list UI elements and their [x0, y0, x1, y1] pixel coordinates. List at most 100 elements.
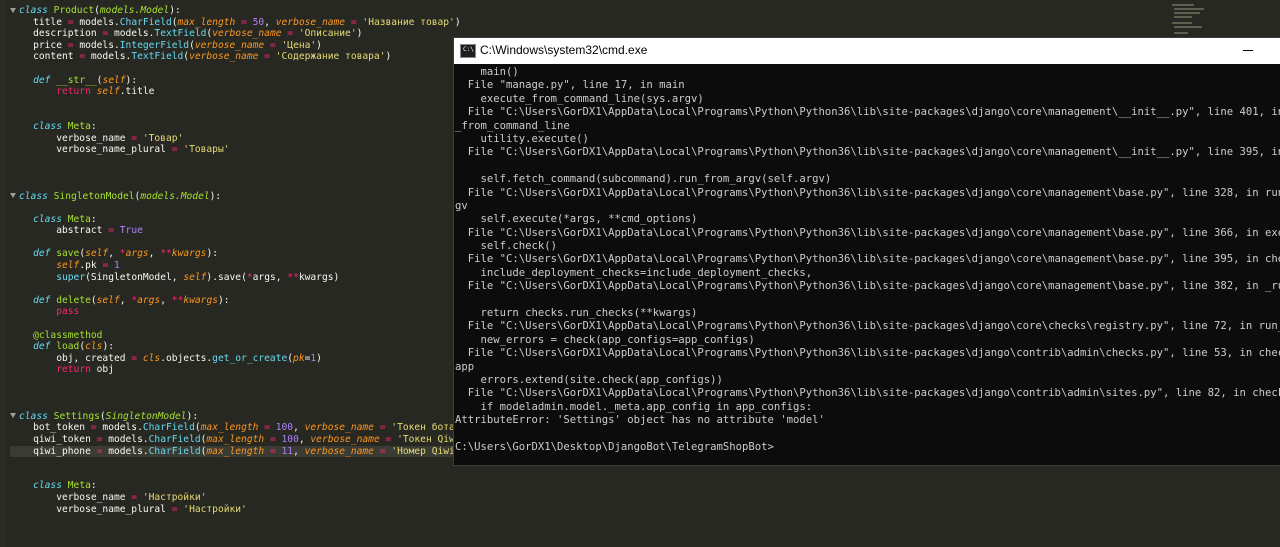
code-token: verbose_name: [212, 28, 282, 40]
minimap[interactable]: [1170, 0, 1210, 40]
code-token: verbose_name: [10, 132, 132, 144]
code-line[interactable]: verbose_name = 'Настройки': [10, 492, 1280, 504]
console-line: File "C:\Users\GorDX1\AppData\Local\Prog…: [455, 387, 1280, 400]
console-line: utility.execute(): [455, 132, 589, 145]
console-line: self.fetch_command(subcommand).run_from_…: [455, 173, 832, 186]
code-token: models.: [73, 39, 120, 51]
console-output[interactable]: main() File "manage.py", line 17, in mai…: [454, 64, 1280, 465]
code-token: price: [10, 39, 68, 51]
console-line: _from_command_line: [455, 119, 570, 132]
code-token: ): [316, 352, 322, 364]
code-token: models.: [102, 433, 149, 445]
code-token: ):: [125, 74, 138, 86]
code-token: max_length: [206, 445, 265, 457]
console-line: new_errors = check(app_configs=app_confi…: [455, 333, 755, 346]
console-line: self.execute(*args, **cmd_options): [455, 213, 698, 226]
console-line: return checks.run_checks(**kwargs): [455, 307, 698, 320]
code-token: ): [316, 39, 322, 51]
code-token: **: [171, 294, 184, 306]
code-token: qiwi_phone: [10, 445, 97, 457]
code-token: :: [90, 120, 97, 132]
code-token: .title: [119, 86, 155, 98]
code-token: Meta: [67, 480, 91, 492]
console-line: File "C:\Users\GorDX1\AppData\Local\Prog…: [455, 106, 1280, 119]
code-token: 1: [114, 260, 120, 272]
code-token: qiwi_token: [10, 433, 97, 445]
minimize-button[interactable]: [1243, 50, 1253, 51]
code-token: models.Model: [99, 5, 170, 16]
code-token: models.Model: [140, 190, 210, 202]
fold-arrow-icon[interactable]: ▼: [10, 193, 16, 198]
code-line[interactable]: ▼class Product(models.Model):: [10, 5, 1280, 17]
code-token: args: [125, 248, 149, 260]
code-token: cls: [142, 352, 161, 364]
code-token: get_or_create: [212, 352, 288, 364]
code-token: verbose_name_plural: [10, 503, 172, 515]
code-token: ).save(: [206, 271, 247, 283]
code-token: ):: [206, 248, 219, 260]
code-token: ,: [119, 294, 132, 306]
code-line[interactable]: verbose_name_plural = 'Настройки': [10, 504, 1280, 516]
code-token: .objects.: [160, 352, 213, 364]
code-token: max_length: [200, 422, 259, 434]
code-token: ):: [209, 190, 222, 202]
code-token: class: [33, 120, 62, 132]
console-line: execute_from_command_line(sys.argv): [455, 92, 704, 105]
code-token: content: [10, 51, 80, 63]
code-token: def: [33, 341, 51, 353]
console-line: File "C:\Users\GorDX1\AppData\Local\Prog…: [455, 226, 1280, 239]
code-token: obj: [90, 364, 114, 376]
console-line: errors.extend(site.check(app_configs)): [455, 373, 723, 386]
console-line: C:\Users\GorDX1\Desktop\DjangoBot\Telegr…: [455, 440, 774, 453]
code-token: 'Содержание товара': [275, 51, 386, 63]
code-token: verbose_name: [189, 51, 259, 63]
code-token: (SingletonModel,: [85, 271, 184, 283]
code-token: def: [33, 248, 51, 260]
code-token: cls: [85, 341, 103, 353]
console-line: File "C:\Users\GorDX1\AppData\Local\Prog…: [455, 347, 1280, 360]
cmd-window[interactable]: C:\ C:\Windows\system32\cmd.exe main() F…: [453, 37, 1280, 466]
code-token: super: [56, 271, 86, 283]
code-token: delete: [56, 294, 91, 306]
code-token: verbose_name: [304, 422, 374, 434]
code-token: **: [160, 248, 172, 260]
code-line[interactable]: class Meta:: [10, 480, 1280, 492]
code-token: bot_token: [10, 422, 91, 434]
code-token: ,: [298, 433, 311, 445]
code-token: :: [90, 480, 97, 492]
console-line: self.check(): [455, 240, 558, 253]
code-token: verbose_name: [304, 445, 374, 457]
fold-arrow-icon[interactable]: ▼: [10, 7, 16, 13]
code-token: ,: [108, 248, 120, 260]
console-line: AttributeError: 'Settings' object has no…: [455, 414, 825, 427]
code-token: IntegerField: [119, 39, 190, 51]
code-token: 100: [281, 433, 299, 445]
code-line[interactable]: title = models.CharField(max_length = 50…: [10, 17, 1280, 29]
code-token: TextField: [154, 28, 207, 40]
code-line[interactable]: [10, 469, 1280, 481]
code-token: ,: [148, 248, 161, 260]
code-token: self: [96, 86, 120, 98]
code-token: models.: [102, 445, 149, 457]
code-token: Product: [53, 5, 95, 16]
code-token: kwargs: [183, 294, 218, 306]
console-line: File "C:\Users\GorDX1\AppData\Local\Prog…: [455, 186, 1280, 199]
console-line: include_deployment_checks=include_deploy…: [455, 266, 813, 279]
code-token: description: [10, 28, 103, 40]
code-token: 'Название товар': [362, 16, 455, 28]
fold-arrow-icon[interactable]: ▼: [10, 413, 16, 419]
code-token: ):: [218, 294, 230, 306]
cmd-titlebar[interactable]: C:\ C:\Windows\system32\cmd.exe: [454, 38, 1280, 64]
code-token: max_length: [206, 433, 265, 445]
code-token: 'Цена': [281, 39, 317, 51]
code-token: models.: [73, 16, 120, 28]
code-token: ):: [186, 410, 199, 422]
code-token: 'Номер Qiwi': [391, 445, 461, 457]
